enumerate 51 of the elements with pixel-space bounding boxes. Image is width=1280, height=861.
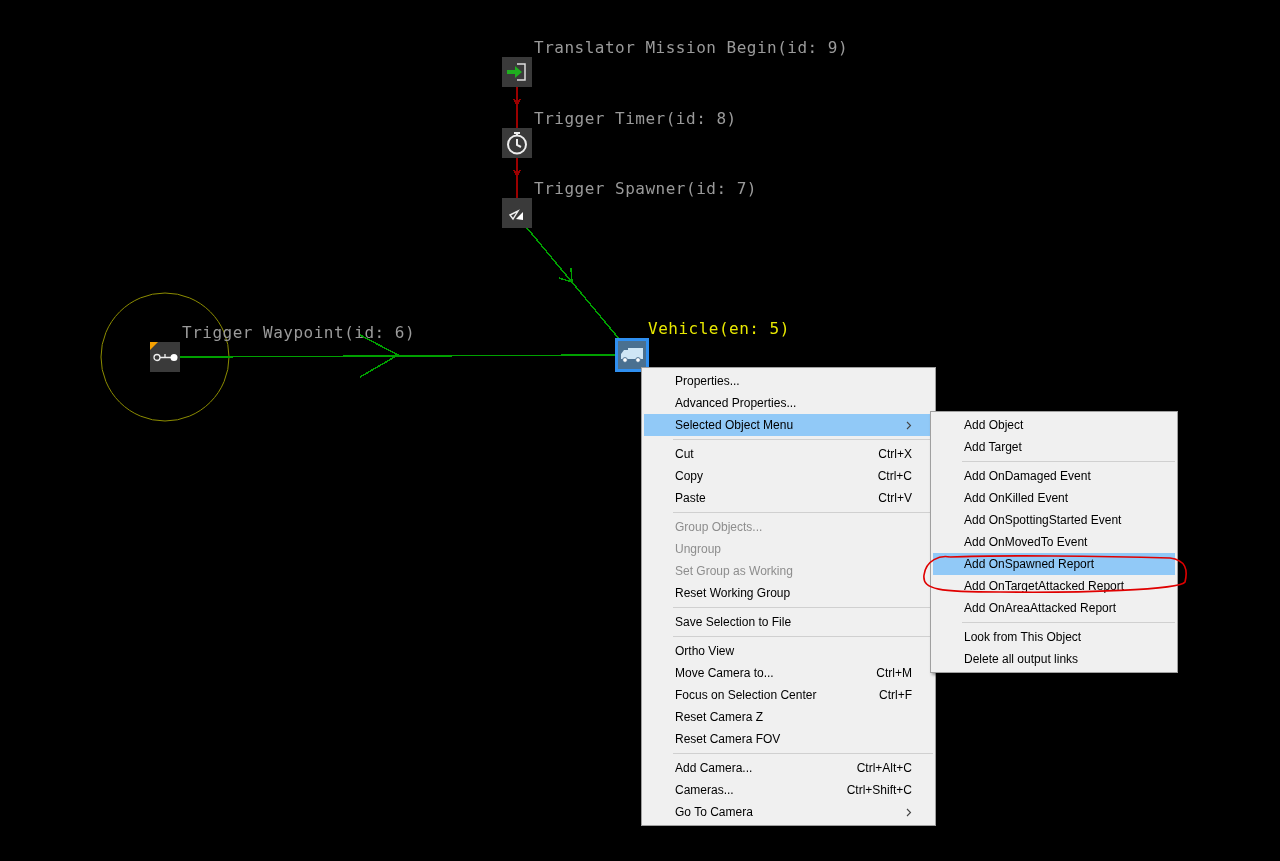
shortcut-label: Ctrl+Alt+C (855, 760, 912, 777)
shortcut-label: Ctrl+C (876, 468, 912, 485)
chevron-right-icon (906, 420, 912, 430)
menu-item[interactable]: Ortho View (644, 640, 933, 662)
menu-item[interactable]: Add Target (933, 436, 1175, 458)
menu-item[interactable]: Reset Camera FOV (644, 728, 933, 750)
menu-item[interactable]: Cut Ctrl+X (644, 443, 933, 465)
node-button[interactable] (502, 57, 532, 87)
menu-item[interactable]: Add OnAreaAttacked Report (933, 597, 1175, 619)
menu-item[interactable]: Reset Working Group (644, 582, 933, 604)
menu-item[interactable]: Add OnKilled Event (933, 487, 1175, 509)
menu-item[interactable]: Reset Camera Z (644, 706, 933, 728)
shortcut-label: Ctrl+X (877, 446, 912, 463)
menu-item[interactable]: Add Camera... Ctrl+Alt+C (644, 757, 933, 779)
chevron-right-icon (906, 807, 912, 817)
shortcut-label: Ctrl+M (875, 665, 912, 682)
node-label: Trigger Waypoint(id: 6) (182, 325, 416, 341)
shortcut-label: Ctrl+Shift+C (845, 782, 912, 799)
waypoint-path-icon (152, 352, 178, 362)
menu-item[interactable]: Cameras... Ctrl+Shift+C (644, 779, 933, 801)
node-button[interactable] (502, 198, 532, 228)
menu-item[interactable]: Selected Object Menu (644, 414, 933, 436)
menu-item[interactable]: Go To Camera (644, 801, 933, 823)
menu-item[interactable]: Focus on Selection Center Ctrl+F (644, 684, 933, 706)
node-label: Trigger Timer(id: 8) (534, 111, 737, 127)
shortcut-label: Ctrl+V (877, 490, 912, 507)
menu-item[interactable]: Add OnMovedTo Event (933, 531, 1175, 553)
node-label: Trigger Spawner(id: 7) (534, 181, 757, 197)
menu-item[interactable]: Add OnDamaged Event (933, 465, 1175, 487)
menu-item[interactable]: Add OnSpottingStarted Event (933, 509, 1175, 531)
node-label: Translator Mission Begin(id: 9) (534, 40, 849, 56)
menu-item[interactable]: Paste Ctrl+V (644, 487, 933, 509)
node-button[interactable] (502, 128, 532, 158)
menu-item[interactable]: Add OnTargetAttacked Report (933, 575, 1175, 597)
node-button[interactable] (617, 340, 647, 370)
menu-item[interactable]: Add Object (933, 414, 1175, 436)
menu-item[interactable]: Copy Ctrl+C (644, 465, 933, 487)
corner-marker-icon (150, 342, 158, 350)
shortcut-label: Ctrl+F (878, 687, 912, 704)
stopwatch-icon (505, 131, 529, 155)
menu-item[interactable]: Save Selection to File (644, 611, 933, 633)
menu-item[interactable]: Move Camera to... Ctrl+M (644, 662, 933, 684)
exit-arrow-icon (505, 61, 529, 83)
menu-item[interactable]: Properties... (644, 370, 933, 392)
truck-icon (620, 346, 644, 364)
menu-item[interactable]: Delete all output links (933, 648, 1175, 670)
node-button[interactable] (150, 342, 180, 372)
node-label: Vehicle(en: 5) (648, 321, 790, 337)
menu-item[interactable]: Add OnSpawned Report (933, 553, 1175, 575)
menu-item[interactable]: Advanced Properties... (644, 392, 933, 414)
menu-item[interactable]: Look from This Object (933, 626, 1175, 648)
